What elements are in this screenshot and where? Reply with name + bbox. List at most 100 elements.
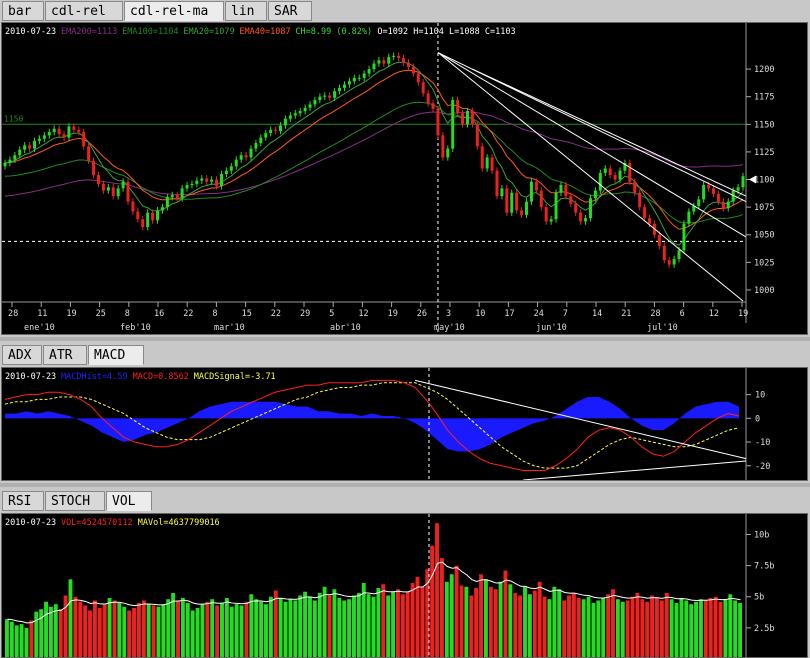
volume-bar <box>366 594 371 657</box>
volume-chart: 10b 7.5b 5b 2.5b 2010-07-23 VOL=4524570112 MAV… <box>5 514 774 657</box>
candle-body <box>505 188 509 213</box>
volume-bar <box>645 601 650 657</box>
volume-bar <box>469 595 474 657</box>
volume-bar <box>395 589 400 657</box>
panel-divider[interactable] <box>0 483 810 487</box>
panel-divider[interactable] <box>0 337 810 341</box>
volume-bar <box>352 595 356 657</box>
volume-bar <box>655 597 659 657</box>
tab-macd[interactable]: MACD <box>88 345 144 365</box>
x-day-label: 28 <box>650 309 660 319</box>
volume-bar <box>689 604 694 657</box>
candle-body <box>559 185 563 193</box>
volume-bar <box>723 599 728 657</box>
price-tick-label: 1200 <box>754 65 774 75</box>
tab-sar[interactable]: SAR <box>268 1 312 21</box>
x-day-label: 17 <box>504 309 514 319</box>
volume-bar <box>386 595 391 657</box>
tab-stoch[interactable]: STOCH <box>45 491 105 511</box>
candle-body <box>613 175 617 180</box>
candle-body <box>372 63 376 70</box>
candle-body <box>229 166 233 171</box>
tab-atr[interactable]: ATR <box>43 345 87 365</box>
tab-rsi[interactable]: RSI <box>2 491 44 511</box>
legend-item: 2010-07-23 <box>5 27 56 37</box>
macd-trend-line <box>523 460 747 480</box>
candle-body <box>165 197 169 208</box>
candle-body <box>136 211 140 220</box>
volume-bar <box>459 585 464 657</box>
volume-bar <box>518 595 523 657</box>
volume-bar <box>581 599 586 657</box>
candle-body <box>657 234 661 246</box>
volume-bar <box>14 625 19 657</box>
volume-bar <box>391 591 395 657</box>
tab-cdl-rel[interactable]: cdl-rel <box>45 1 123 21</box>
volume-bar <box>117 602 122 657</box>
legend-item: MACDHist=4.59 <box>61 372 128 382</box>
candle-body <box>264 133 268 138</box>
candle-body <box>333 91 337 98</box>
volume-bar <box>410 583 415 657</box>
tab-vol[interactable]: VOL <box>106 491 152 511</box>
tab-lin[interactable]: lin <box>225 1 267 21</box>
volume-bar <box>332 589 337 657</box>
volume-bar <box>684 600 689 657</box>
volume-bar <box>596 600 601 657</box>
candle-body <box>175 194 179 199</box>
candle-body <box>397 55 401 59</box>
candle-body <box>367 69 371 74</box>
volume-bar <box>718 601 723 657</box>
candle-body <box>131 201 135 212</box>
candle-body <box>574 203 578 213</box>
tab-cdl-rel-ma[interactable]: cdl-rel-ma <box>124 1 224 21</box>
candle-body <box>643 207 647 219</box>
candle-body <box>402 58 406 63</box>
macd-tick-label: 0 <box>755 414 760 424</box>
price-chart: 1200117511501125110010751050102510001150… <box>2 23 774 334</box>
x-day-label: 3 <box>446 309 451 319</box>
volume-bar <box>19 624 24 657</box>
candle-body <box>283 118 287 126</box>
vol-tick-label: 10b <box>754 530 769 540</box>
candle-body <box>470 111 474 125</box>
volume-bar <box>547 599 552 657</box>
bottom-tabbar: RSI STOCH VOL <box>0 490 810 512</box>
candle-body <box>721 201 725 209</box>
tab-bar[interactable]: bar <box>2 1 44 21</box>
candle-body <box>549 219 553 222</box>
candle-body <box>702 185 706 200</box>
candle-body <box>328 95 332 98</box>
tab-adx[interactable]: ADX <box>2 345 42 365</box>
x-day-label: 11 <box>37 309 47 319</box>
candle-body <box>726 201 730 209</box>
volume-bar <box>180 597 185 657</box>
legend-item: MAVol=4637799016 <box>138 518 220 528</box>
volume-bar <box>664 592 669 657</box>
candle-body <box>451 100 455 149</box>
volume-bar <box>400 594 405 657</box>
level-label: 1150 <box>4 114 23 123</box>
macd-chart: 10 0 -10 -20 2010-07-23 MACDHist=4.59 MACD=0.8… <box>4 368 770 480</box>
last-price-marker <box>749 175 756 184</box>
legend-item: EMA200=1113 <box>61 27 117 37</box>
volume-bar <box>29 620 34 657</box>
candle-body <box>618 170 622 180</box>
candle-body <box>554 192 558 220</box>
macd-tick-label: -20 <box>755 462 770 472</box>
volume-bar <box>34 611 39 657</box>
ema20-line <box>4 61 744 246</box>
volume-bar <box>537 581 542 657</box>
volume-bar <box>234 604 239 657</box>
volume-bar <box>479 574 483 657</box>
x-day-label: 28 <box>8 309 18 319</box>
candle-body <box>500 188 504 197</box>
volume-bar <box>249 594 254 657</box>
candle-body <box>116 188 120 197</box>
candle-body <box>539 190 543 208</box>
candle-body <box>584 218 588 222</box>
candle-body <box>323 95 327 97</box>
candle-body <box>52 128 56 133</box>
volume-bar <box>474 588 479 657</box>
volume-bar <box>576 597 581 657</box>
